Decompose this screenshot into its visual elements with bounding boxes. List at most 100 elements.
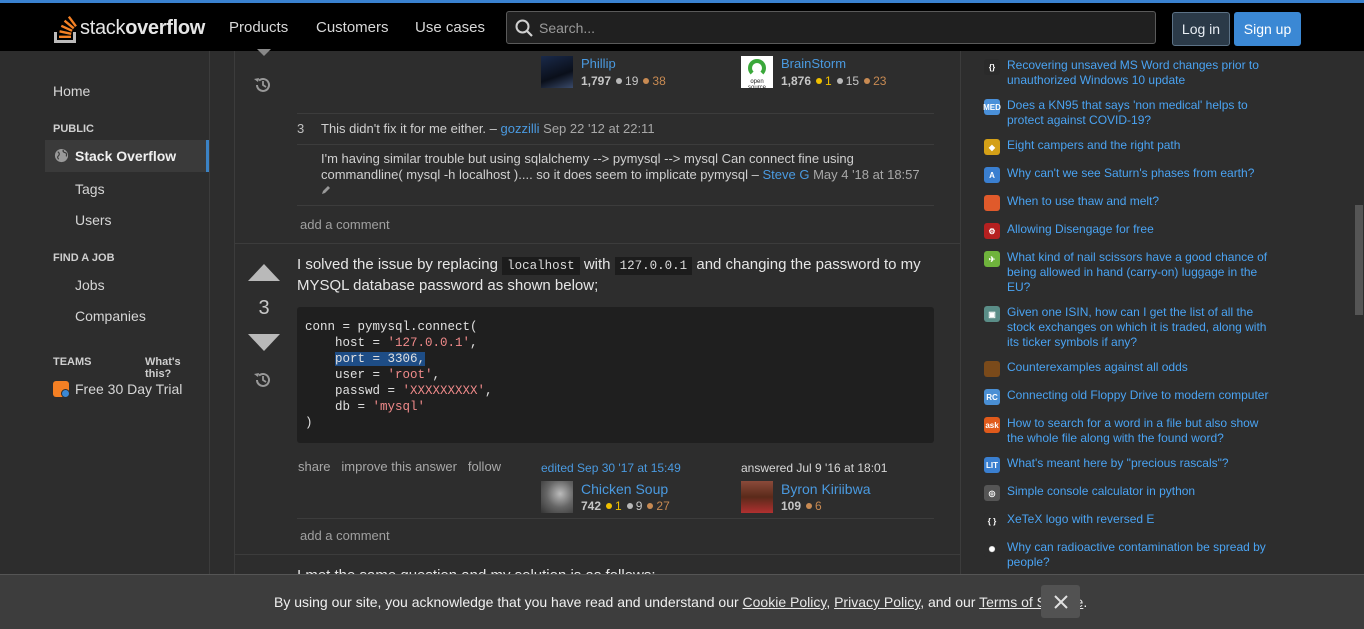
page-scrollbar[interactable] <box>1355 205 1363 315</box>
site-icon: ✺ <box>984 541 1000 557</box>
hot-question-item[interactable]: ◎ Simple console calculator in python <box>984 484 1274 501</box>
hot-question-link[interactable]: Given one ISIN, how can I get the list o… <box>1007 305 1272 350</box>
nav-products[interactable]: Products <box>229 19 288 36</box>
globe-icon <box>54 148 69 163</box>
user-rep: 1,797 19 38 <box>581 74 666 88</box>
vote-count: 3 <box>258 297 270 319</box>
hot-question-item[interactable]: {} Recovering unsaved MS Word changes pri… <box>984 58 1274 88</box>
edited-link[interactable]: edited Sep 30 '17 at 15:49 <box>541 461 681 475</box>
hot-question-item[interactable]: ✺ Why can radioactive contamination be sp… <box>984 540 1274 570</box>
inline-code: localhost <box>502 257 580 275</box>
hot-question-link[interactable]: Allowing Disengage for free <box>1007 222 1272 239</box>
comment-user[interactable]: Steve G <box>762 167 809 182</box>
share-link[interactable]: share <box>298 459 331 474</box>
nav-tags[interactable]: Tags <box>75 181 105 197</box>
briefcase-icon <box>53 381 70 398</box>
history-icon[interactable] <box>253 371 273 389</box>
cookie-banner: By using our site, you acknowledge that … <box>0 574 1364 629</box>
left-sidebar: Home PUBLIC Stack Overflow Tags Users FI… <box>0 51 210 629</box>
cookie-close-button[interactable] <box>1041 585 1080 618</box>
nav-jobs[interactable]: Jobs <box>75 277 105 293</box>
public-heading: PUBLIC <box>53 123 94 135</box>
nav-use-cases[interactable]: Use cases <box>415 19 485 36</box>
main-content: Phillip 1,797 19 38 open source BrainStorm… <box>234 49 961 629</box>
hot-question-link[interactable]: How to search for a word in a file but a… <box>1007 416 1272 446</box>
user-rep: 109 6 <box>781 499 822 513</box>
upvote-arrow-icon[interactable] <box>248 264 280 282</box>
user-name[interactable]: Byron Kiriibwa <box>781 481 870 497</box>
site-icon: ▣ <box>984 306 1000 322</box>
search-icon <box>515 19 533 37</box>
hot-question-item[interactable]: ✈ What kind of nail scissors have a good … <box>984 250 1274 295</box>
follow-link[interactable]: follow <box>468 459 501 474</box>
improve-answer-link[interactable]: improve this answer <box>341 459 457 474</box>
signup-button[interactable]: Sign up <box>1234 12 1301 46</box>
privacy-policy-link[interactable]: Privacy Policy <box>834 594 920 610</box>
user-rep: 742 1 9 27 <box>581 499 670 513</box>
add-comment-link[interactable]: add a comment <box>300 217 390 232</box>
site-icon: { } <box>984 513 1000 529</box>
hot-question-item[interactable]: ◆ Eight campers and the right path <box>984 138 1274 155</box>
nav-stack-overflow-label: Stack Overflow <box>75 148 177 164</box>
hot-question-item[interactable]: RC Connecting old Floppy Drive to modern … <box>984 388 1274 405</box>
cookie-text: By using our site, you acknowledge that … <box>274 594 1088 610</box>
hot-question-item[interactable]: ▣ Given one ISIN, how can I get the list … <box>984 305 1274 350</box>
nav-users[interactable]: Users <box>75 212 112 228</box>
hot-question-item[interactable]: When to use thaw and melt? <box>984 194 1274 211</box>
search-input[interactable] <box>539 18 1139 38</box>
hot-question-link[interactable]: Connecting old Floppy Drive to modern co… <box>1007 388 1272 405</box>
site-icon: MED <box>983 99 1001 115</box>
site-icon: ✈ <box>984 251 1000 267</box>
hot-question-link[interactable]: Recovering unsaved MS Word changes prior… <box>1007 58 1272 88</box>
hot-question-item[interactable]: Counterexamples against all odds <box>984 360 1274 377</box>
hot-question-link[interactable]: What kind of nail scissors have a good c… <box>1007 250 1272 295</box>
user-name[interactable]: Chicken Soup <box>581 481 668 497</box>
hot-question-link[interactable]: XeTeX logo with reversed E <box>1007 512 1272 529</box>
avatar[interactable] <box>541 481 573 513</box>
site-icon <box>984 195 1000 211</box>
hot-question-link[interactable]: Why can't we see Saturn's phases from ea… <box>1007 166 1272 183</box>
nav-companies[interactable]: Companies <box>75 308 146 324</box>
top-bar: stackoverflow Products Customers Use cas… <box>0 0 1364 51</box>
avatar[interactable] <box>741 481 773 513</box>
user-rep: 1,876 1 15 23 <box>781 74 887 88</box>
whats-this-link[interactable]: What's this? <box>145 356 209 380</box>
hot-question-item[interactable]: ask How to search for a word in a file bu… <box>984 416 1274 446</box>
comment-user[interactable]: gozzilli <box>501 121 540 136</box>
hot-question-item[interactable]: { } XeTeX logo with reversed E <box>984 512 1274 529</box>
hot-question-link[interactable]: Does a KN95 that says 'non medical' help… <box>1007 98 1272 128</box>
hot-question-link[interactable]: Simple console calculator in python <box>1007 484 1272 501</box>
downvote-arrow-icon[interactable] <box>248 334 280 352</box>
site-icon: A <box>984 167 1000 183</box>
stackoverflow-logo-icon <box>54 16 77 43</box>
nav-home[interactable]: Home <box>53 83 90 99</box>
avatar[interactable] <box>541 56 573 88</box>
user-name[interactable]: Phillip <box>581 56 616 71</box>
site-icon: ask <box>984 417 1000 433</box>
site-icon: LIT <box>984 457 1000 473</box>
history-icon[interactable] <box>253 76 273 94</box>
login-button[interactable]: Log in <box>1172 12 1230 46</box>
avatar[interactable]: open source <box>741 56 773 91</box>
nav-stack-overflow[interactable]: Stack Overflow <box>45 140 209 172</box>
code-block[interactable]: conn = pymysql.connect( host = '127.0.0.… <box>297 307 934 443</box>
edit-pencil-icon <box>322 186 330 194</box>
hot-question-item[interactable]: A Why can't we see Saturn's phases from e… <box>984 166 1274 183</box>
comment: I'm having similar trouble but using sql… <box>321 151 934 199</box>
hot-question-link[interactable]: When to use thaw and melt? <box>1007 194 1272 211</box>
hot-question-link[interactable]: Why can radioactive contamination be spr… <box>1007 540 1272 570</box>
logo[interactable]: stackoverflow <box>52 11 205 45</box>
free-trial-link[interactable]: Free 30 Day Trial <box>75 381 182 397</box>
hot-question-item[interactable]: LIT What's meant here by "precious rascal… <box>984 456 1274 473</box>
cookie-policy-link[interactable]: Cookie Policy <box>743 594 827 610</box>
hot-question-link[interactable]: What's meant here by "precious rascals"? <box>1007 456 1272 473</box>
hot-question-link[interactable]: Eight campers and the right path <box>1007 138 1272 155</box>
add-comment-link[interactable]: add a comment <box>300 528 390 543</box>
hot-question-item[interactable]: ⚙ Allowing Disengage for free <box>984 222 1274 239</box>
user-name[interactable]: BrainStorm <box>781 56 846 71</box>
hot-question-link[interactable]: Counterexamples against all odds <box>1007 360 1272 377</box>
hot-question-item[interactable]: MED Does a KN95 that says 'non medical' h… <box>983 98 1274 128</box>
nav-customers[interactable]: Customers <box>316 19 389 36</box>
site-icon: {} <box>984 59 1000 75</box>
downvote-arrow-icon[interactable] <box>255 49 273 57</box>
